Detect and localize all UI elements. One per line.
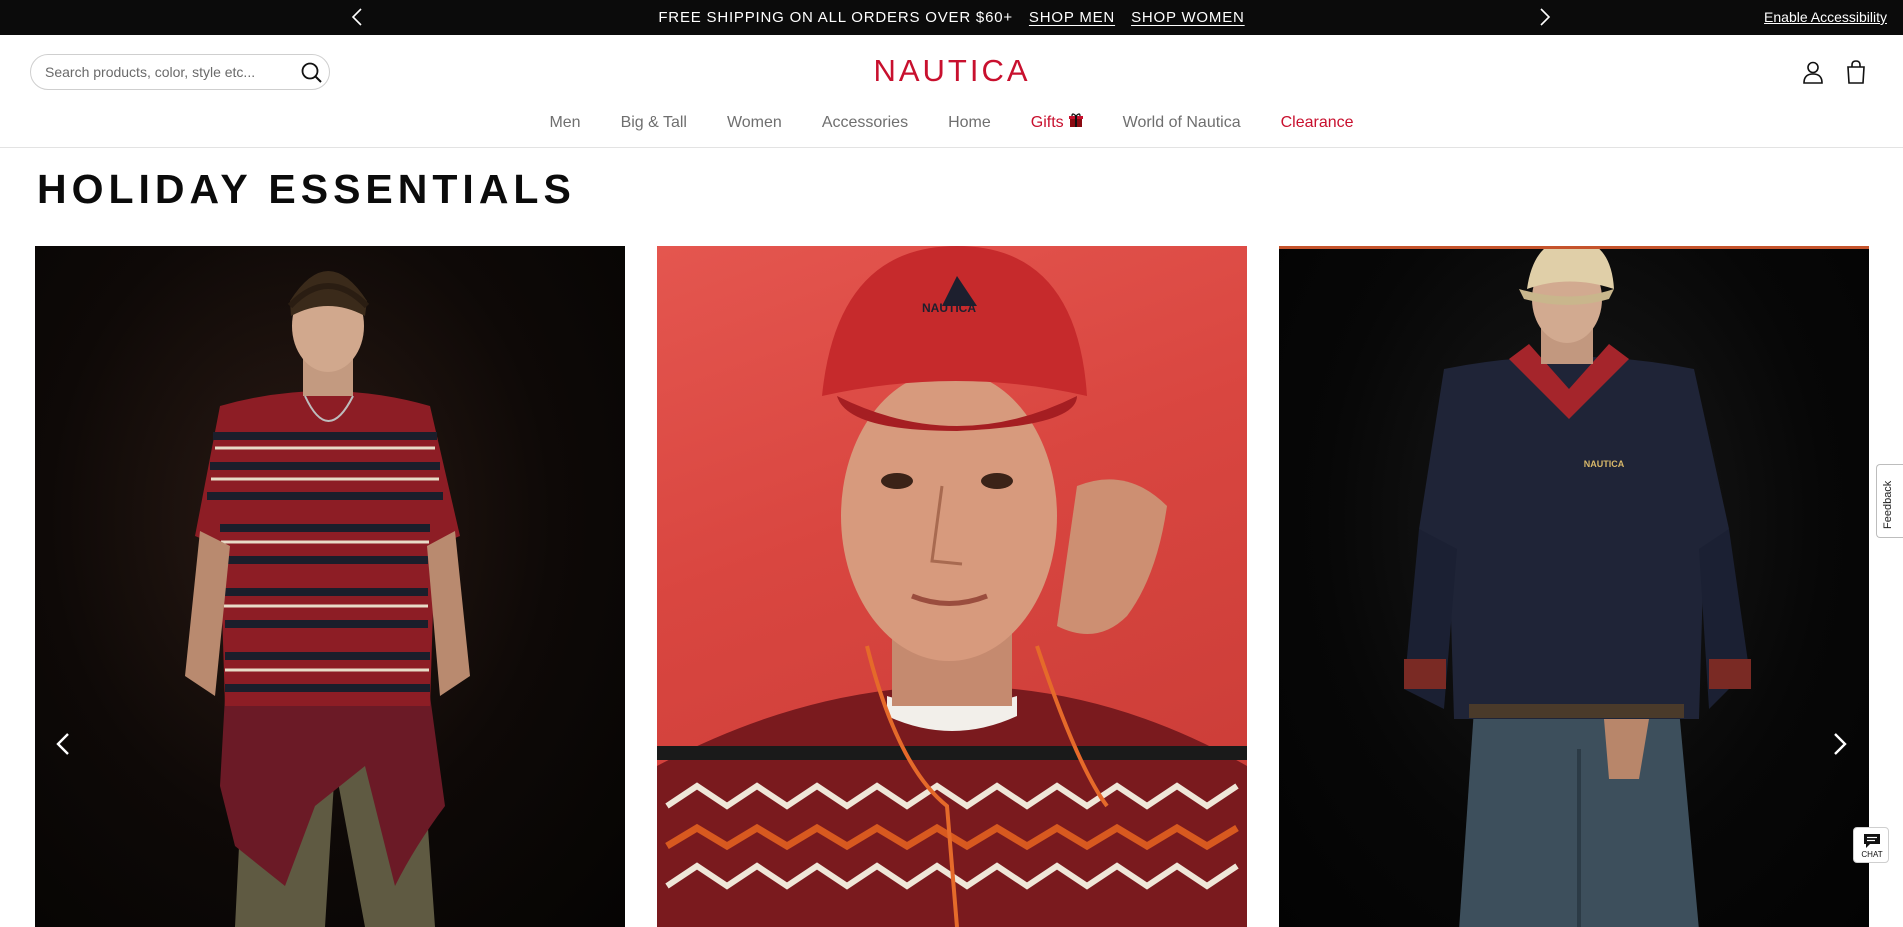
nav-item-big-tall[interactable]: Big & Tall bbox=[601, 106, 707, 140]
gift-icon bbox=[1068, 113, 1083, 127]
feedback-tab[interactable]: Feedback bbox=[1876, 464, 1903, 538]
nav-item-men[interactable]: Men bbox=[529, 106, 600, 140]
model-striped-tee-image bbox=[185, 271, 470, 927]
carousel-next-button[interactable] bbox=[1826, 726, 1854, 762]
chest-logo-text: NAUTICA bbox=[1584, 459, 1625, 469]
nav-item-clearance[interactable]: Clearance bbox=[1261, 106, 1374, 140]
feedback-label: Feedback bbox=[1882, 480, 1894, 529]
promo-message: FREE SHIPPING ON ALL ORDERS OVER $60+ bbox=[658, 9, 1013, 26]
model-red-cap-sweater-image: NAUTICA bbox=[657, 246, 1247, 927]
enable-accessibility-link[interactable]: Enable Accessibility bbox=[1764, 9, 1887, 25]
bag-icon[interactable] bbox=[1843, 59, 1869, 85]
nav-item-gifts[interactable]: Gifts bbox=[1011, 106, 1103, 140]
product-card-3[interactable]: NAUTICA bbox=[1279, 246, 1869, 927]
product-card-1[interactable] bbox=[35, 246, 625, 927]
chat-label: CHAT bbox=[1861, 850, 1883, 859]
shop-men-link[interactable]: SHOP MEN bbox=[1029, 9, 1115, 26]
promo-bar: FREE SHIPPING ON ALL ORDERS OVER $60+ SH… bbox=[0, 0, 1903, 35]
search-icon[interactable] bbox=[299, 60, 325, 86]
nautica-logo[interactable]: NAUTICA bbox=[868, 53, 1036, 89]
site-header: NAUTICA Men Big & Tall Women Accessories… bbox=[0, 35, 1903, 148]
chevron-right-icon[interactable] bbox=[1532, 5, 1556, 29]
shop-women-link[interactable]: SHOP WOMEN bbox=[1131, 9, 1245, 26]
search-input[interactable] bbox=[45, 55, 285, 89]
chat-icon bbox=[1864, 834, 1880, 848]
chat-button[interactable]: CHAT bbox=[1853, 827, 1889, 863]
nav-item-accessories[interactable]: Accessories bbox=[802, 106, 928, 140]
nav-item-world-of-nautica[interactable]: World of Nautica bbox=[1103, 106, 1261, 140]
nav-item-women[interactable]: Women bbox=[707, 106, 802, 140]
cap-logo-text: NAUTICA bbox=[922, 301, 976, 315]
account-icon[interactable] bbox=[1800, 59, 1826, 85]
model-navy-fleece-image: NAUTICA bbox=[1404, 249, 1751, 927]
page-title: HOLIDAY ESSENTIALS bbox=[37, 166, 576, 212]
product-card-2[interactable]: NAUTICA bbox=[657, 246, 1247, 927]
promo-message-group: FREE SHIPPING ON ALL ORDERS OVER $60+ SH… bbox=[0, 0, 1903, 35]
search-box bbox=[30, 54, 330, 90]
carousel-prev-button[interactable] bbox=[49, 726, 77, 762]
nav-item-gifts-label: Gifts bbox=[1030, 114, 1064, 131]
nav-item-home[interactable]: Home bbox=[928, 106, 1011, 140]
main-nav: Men Big & Tall Women Accessories Home Gi… bbox=[0, 106, 1903, 140]
